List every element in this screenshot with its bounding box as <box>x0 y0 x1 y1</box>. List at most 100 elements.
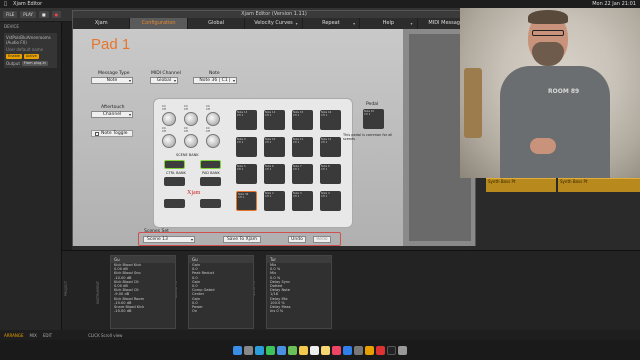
file-button[interactable]: FILE <box>3 11 18 18</box>
midi-channel-label: MIDI Channel <box>151 71 181 76</box>
bitwig-icon[interactable] <box>365 345 374 355</box>
finder-icon[interactable] <box>233 345 242 355</box>
pad-6[interactable]: Note 6 CH 1 <box>264 164 285 184</box>
save-to-xjam-button[interactable]: Save To Xjam <box>223 236 261 243</box>
record-icon[interactable]: ● <box>51 11 62 18</box>
enable-toggle[interactable]: Enable <box>6 54 22 59</box>
tab-help[interactable]: Help ▾ <box>360 18 418 29</box>
scene-bank-button-left[interactable] <box>164 160 185 169</box>
tab-global[interactable]: Global <box>188 18 246 29</box>
knob[interactable] <box>162 134 176 148</box>
pad-10[interactable]: Note 10 CH 1 <box>264 137 285 157</box>
music-icon[interactable] <box>332 345 341 355</box>
knob-label: CC CH <box>162 104 167 111</box>
active-toggle[interactable]: Active <box>23 54 39 59</box>
scene-bank-button-right[interactable] <box>200 160 221 169</box>
maps-icon[interactable] <box>288 345 297 355</box>
pad-5[interactable]: Note 5 CH 1 <box>236 164 257 184</box>
aftertouch-label: Aftertouch <box>101 105 125 110</box>
safari-icon[interactable] <box>255 345 264 355</box>
tab-edit[interactable]: EDIT <box>43 333 52 338</box>
param-value[interactable]: On <box>189 309 253 313</box>
person-shirt <box>500 66 610 178</box>
host-status-bar: ARRANGE MIX EDIT CLICK Scroll view <box>0 330 640 340</box>
param-value[interactable]: Ins 0 % <box>267 309 331 313</box>
audio-clip[interactable]: Synth Bass Pt <box>486 176 556 192</box>
tab-repeat[interactable]: Repeat ▾ <box>303 18 361 29</box>
output-select[interactable]: From plug-in <box>21 61 48 66</box>
xjam-logo: Xjam <box>187 190 201 196</box>
pad-2[interactable]: Note 2 CH 1 <box>264 191 285 211</box>
audio-clip[interactable]: Synth Bass Pt <box>558 176 640 192</box>
calendar-icon[interactable] <box>310 345 319 355</box>
user-default-label: User default name <box>6 47 44 52</box>
settings-icon[interactable] <box>354 345 363 355</box>
device-panel-drums[interactable]: Gu Kick Blood Kick 0.00 dB Kick Blood Sn… <box>110 255 176 329</box>
window-title: Xjam Editor (Version 1.11) <box>73 11 475 18</box>
side-label: INSTRUMENT <box>96 281 100 304</box>
xjam-icon[interactable] <box>376 345 385 355</box>
tab-velocity-curves[interactable]: Velocity Curves ▾ <box>245 18 303 29</box>
transport-button[interactable] <box>200 199 221 208</box>
trash-icon[interactable] <box>398 345 407 355</box>
device-panel-comp[interactable]: Gu Gain 0.0 Peak Reduct 0.0 Gain 0.0 Com… <box>188 255 254 329</box>
pad-11[interactable]: Note 11 CH 1 <box>292 137 313 157</box>
pad-bank-button[interactable] <box>200 177 221 186</box>
person-hair <box>528 10 568 24</box>
undo-button[interactable]: Undo <box>288 236 306 243</box>
midi-channel-select[interactable]: Global ▾ <box>150 77 178 84</box>
note-select[interactable]: Note 36 | C1 | ▾ <box>193 77 237 84</box>
pad-15[interactable]: Note 15 CH 1 <box>292 110 313 130</box>
play-button[interactable]: PLAY <box>20 11 36 18</box>
ctrl-bank-button[interactable] <box>164 177 185 186</box>
menubar-app-name[interactable]: Xjam Editor <box>13 1 42 7</box>
pedal-button[interactable]: Note 67 CH 1 <box>363 109 384 129</box>
stop-icon[interactable]: ■ <box>38 11 49 18</box>
redo-button[interactable]: Redo <box>313 236 331 243</box>
pedal-label: Pedal <box>366 102 379 107</box>
param-value[interactable]: -10.00 dB <box>111 309 175 313</box>
knob[interactable] <box>184 112 198 126</box>
messages-icon[interactable] <box>266 345 275 355</box>
pad-16[interactable]: Note 16 CH 1 <box>320 110 341 130</box>
pad-13[interactable]: Note 13 CH 1 <box>236 110 257 130</box>
pad-3[interactable]: Note 3 CH 1 <box>292 191 313 211</box>
pad-7[interactable]: Note 7 CH 1 <box>292 164 313 184</box>
knob[interactable] <box>162 112 176 126</box>
tab-arrange[interactable]: ARRANGE <box>4 333 24 338</box>
message-type-select[interactable]: Note ▾ <box>91 77 133 84</box>
tab-mix[interactable]: MIX <box>30 333 37 338</box>
knob[interactable] <box>206 112 220 126</box>
menubar-clock[interactable]: Mon 22 Jan 21:01 <box>592 1 636 7</box>
tab-bar: Xjam Configuration Global Velocity Curve… <box>73 18 475 29</box>
pad-8[interactable]: Note 8 CH 1 <box>320 164 341 184</box>
pad-14[interactable]: Note 14 CH 1 <box>264 110 285 130</box>
pad-4[interactable]: Note 4 CH 1 <box>320 191 341 211</box>
apple-icon[interactable]:  <box>4 1 7 7</box>
knob-label: CC CH <box>206 104 211 111</box>
pad-9[interactable]: Note 9 CH 1 <box>236 137 257 157</box>
aftertouch-select[interactable]: Channel ▾ <box>91 111 133 118</box>
launchpad-icon[interactable] <box>244 345 253 355</box>
note-toggle-checkbox[interactable]: Note Toggle <box>91 130 133 137</box>
pad-12[interactable]: Note 12 CH 1 <box>320 137 341 157</box>
scene-select[interactable]: Scene 13 ▾ <box>143 236 195 243</box>
appstore-icon[interactable] <box>343 345 352 355</box>
person-beard <box>532 42 564 66</box>
chevron-down-icon: ▾ <box>353 21 356 26</box>
webcam-video-overlay: ROOM 89 <box>460 8 640 178</box>
photos-icon[interactable] <box>299 345 308 355</box>
device-box[interactable]: VstPolsBluAmenrooms (Audio FX) User defa… <box>4 33 57 68</box>
notes-icon[interactable] <box>321 345 330 355</box>
tab-configuration[interactable]: Configuration <box>130 18 188 29</box>
transport-button[interactable] <box>164 199 185 208</box>
knob[interactable] <box>184 134 198 148</box>
mail-icon[interactable] <box>277 345 286 355</box>
checkbox-icon <box>95 131 99 136</box>
pad-1-selected[interactable]: Note 36 CH 1 <box>236 191 257 211</box>
knob[interactable] <box>206 134 220 148</box>
terminal-icon[interactable] <box>387 345 396 355</box>
xjam-controller-image: CC CH CC CH CC CH CC CH CC CH CC CH SCENE BANK… <box>153 98 353 228</box>
device-panel-delay[interactable]: Tur Mix 0.0 % Mix 0.0 % Delay Sync Dotte… <box>266 255 332 329</box>
tab-xjam[interactable]: Xjam <box>73 18 131 29</box>
